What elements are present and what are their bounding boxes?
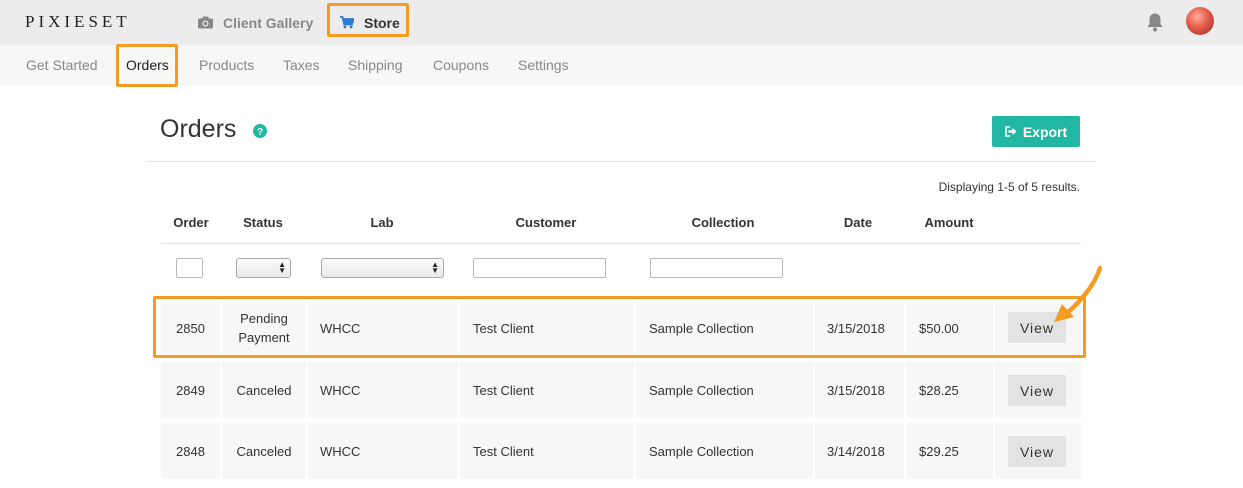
sub-nav: Get Started Orders Products Taxes Shippi… bbox=[0, 45, 1243, 85]
order-lab: WHCC bbox=[320, 443, 361, 459]
svg-text:?: ? bbox=[257, 127, 263, 138]
table-row: 2849 Canceled WHCC Test Client Sample Co… bbox=[161, 362, 1081, 418]
nav-store-label: Store bbox=[364, 14, 400, 31]
brand-logo[interactable]: PIXIESET bbox=[25, 12, 131, 32]
order-status: Pending Payment bbox=[238, 311, 290, 345]
order-date: 3/15/2018 bbox=[827, 382, 885, 398]
column-header-date[interactable]: Date bbox=[823, 215, 893, 230]
export-button[interactable]: Export bbox=[992, 116, 1080, 147]
column-header-lab[interactable]: Lab bbox=[340, 215, 424, 230]
tab-shipping[interactable]: Shipping bbox=[348, 45, 403, 85]
tab-taxes[interactable]: Taxes bbox=[283, 45, 320, 85]
tab-coupons[interactable]: Coupons bbox=[433, 45, 489, 85]
annotation-arrow-icon bbox=[1054, 265, 1103, 322]
filter-order-input[interactable] bbox=[176, 258, 203, 278]
order-customer: Test Client bbox=[473, 320, 534, 336]
column-header-order[interactable]: Order bbox=[166, 215, 216, 230]
column-header-status[interactable]: Status bbox=[226, 215, 300, 230]
results-count: Displaying 1-5 of 5 results. bbox=[938, 180, 1080, 194]
tab-products[interactable]: Products bbox=[199, 45, 254, 85]
tab-orders[interactable]: Orders bbox=[126, 45, 169, 85]
order-lab: WHCC bbox=[320, 320, 361, 336]
order-date: 3/15/2018 bbox=[827, 320, 885, 336]
filter-customer-input[interactable] bbox=[473, 258, 606, 278]
export-label: Export bbox=[1022, 123, 1068, 140]
order-number: 2849 bbox=[176, 382, 205, 398]
filter-collection-input[interactable] bbox=[650, 258, 783, 278]
header-divider bbox=[161, 243, 1081, 244]
order-date: 3/14/2018 bbox=[827, 443, 885, 459]
cart-icon bbox=[340, 16, 354, 29]
order-collection: Sample Collection bbox=[649, 443, 754, 459]
camera-icon bbox=[198, 16, 213, 29]
nav-store[interactable]: Store bbox=[340, 0, 400, 45]
order-status: Canceled bbox=[236, 382, 292, 398]
nav-client-gallery-label: Client Gallery bbox=[223, 14, 314, 31]
order-number: 2850 bbox=[176, 320, 205, 336]
order-amount: $50.00 bbox=[919, 320, 959, 336]
top-bar: PIXIESET Client Gallery Store bbox=[0, 0, 1243, 45]
tab-get-started[interactable]: Get Started bbox=[26, 45, 98, 85]
avatar[interactable] bbox=[1186, 7, 1214, 35]
filter-status-select[interactable]: ▲ ▼ bbox=[236, 258, 291, 278]
order-amount: $29.25 bbox=[919, 443, 959, 459]
order-amount: $28.25 bbox=[919, 382, 959, 398]
bell-icon[interactable] bbox=[1146, 12, 1164, 37]
title-divider bbox=[146, 161, 1096, 162]
order-status: Canceled bbox=[236, 443, 292, 459]
order-number: 2848 bbox=[176, 443, 205, 459]
view-order-button[interactable]: View bbox=[1008, 436, 1066, 467]
help-icon[interactable]: ? bbox=[253, 124, 267, 143]
order-lab: WHCC bbox=[320, 382, 361, 398]
column-header-customer[interactable]: Customer bbox=[488, 215, 604, 230]
order-customer: Test Client bbox=[473, 382, 534, 398]
page-title: Orders bbox=[160, 115, 237, 143]
nav-client-gallery[interactable]: Client Gallery bbox=[198, 0, 313, 45]
table-row: 2848 Canceled WHCC Test Client Sample Co… bbox=[161, 423, 1081, 479]
filter-lab-select[interactable]: ▲ ▼ bbox=[321, 258, 444, 278]
column-header-collection[interactable]: Collection bbox=[668, 215, 778, 230]
export-icon bbox=[1005, 126, 1017, 137]
order-collection: Sample Collection bbox=[649, 382, 754, 398]
column-header-amount[interactable]: Amount bbox=[913, 215, 985, 230]
view-order-button[interactable]: View bbox=[1008, 375, 1066, 406]
order-customer: Test Client bbox=[473, 443, 534, 459]
table-row: 2850 Pending Payment WHCC Test Client Sa… bbox=[161, 302, 1081, 354]
order-collection: Sample Collection bbox=[649, 320, 754, 336]
tab-settings[interactable]: Settings bbox=[518, 45, 569, 85]
